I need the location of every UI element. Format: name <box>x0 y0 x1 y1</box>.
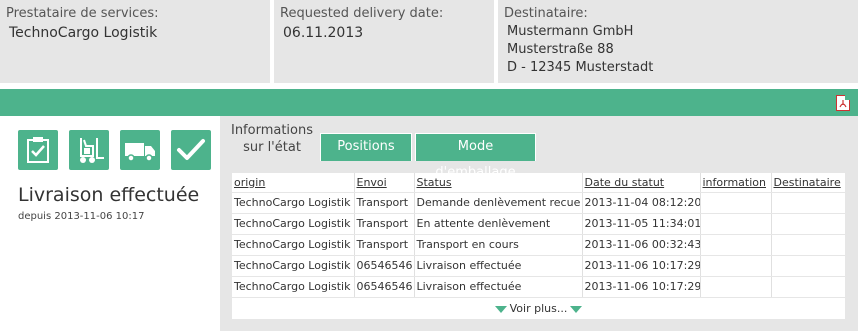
column-header-envoi[interactable]: Envoi <box>354 173 415 193</box>
status-since: depuis 2013-11-06 10:17 <box>18 211 145 222</box>
forklift-icon <box>69 130 109 170</box>
column-header-information[interactable]: information <box>700 173 772 193</box>
column-header-origin[interactable]: origin <box>232 173 355 193</box>
status-title: Livraison effectuée <box>18 184 200 206</box>
cell-origin: TechnoCargo Logistik <box>232 276 355 298</box>
clipboard-check-icon <box>18 130 58 170</box>
cell-envoi: 06546546 <box>354 255 415 277</box>
cell-recipient <box>771 276 845 298</box>
delivery-date-panel: Requested delivery date: 06.11.2013 <box>274 0 494 83</box>
chevron-down-icon <box>494 305 507 313</box>
cell-envoi: 06546546 <box>354 276 415 298</box>
tab-status-information-line-2: sur l'état <box>243 140 301 155</box>
cell-information <box>700 276 772 298</box>
table-row: TechnoCargo Logistik Transport En attent… <box>232 213 845 235</box>
see-more-label: Voir plus... <box>509 302 568 315</box>
cell-status: Transport en cours <box>414 234 583 256</box>
cell-origin: TechnoCargo Logistik <box>232 234 355 256</box>
cell-date: 2013-11-05 11:34:01 <box>582 213 701 235</box>
delivery-date-label: Requested delivery date: <box>280 6 444 21</box>
tab-status-information-line-1: Informations <box>230 123 314 138</box>
recipient-line-2: Musterstraße 88 <box>507 42 614 57</box>
recipient-label: Destinataire: <box>504 6 588 21</box>
service-provider-value: TechnoCargo Logistik <box>9 25 158 41</box>
cell-origin: TechnoCargo Logistik <box>232 192 355 214</box>
cell-status: Livraison effectuée <box>414 276 583 298</box>
cell-envoi: Transport <box>354 192 415 214</box>
cell-status: Livraison effectuée <box>414 255 583 277</box>
table-header-row: origin Envoi Status Date du statut infor… <box>232 173 845 193</box>
cell-status: Demande denlèvement recue <box>414 192 583 214</box>
column-header-status[interactable]: Status <box>414 173 583 193</box>
tab-status-information[interactable]: Informations sur l'état <box>226 116 318 161</box>
table-row: TechnoCargo Logistik Transport Demande d… <box>232 192 845 214</box>
recipient-panel: Destinataire: Mustermann GmbH Musterstra… <box>498 0 858 83</box>
table-row: TechnoCargo Logistik 06546546 Livraison … <box>232 276 845 298</box>
chevron-down-icon <box>570 305 583 313</box>
truck-icon <box>120 130 160 170</box>
cell-date: 2013-11-06 10:17:29 <box>582 255 701 277</box>
cell-recipient <box>771 192 845 214</box>
delivery-date-value: 06.11.2013 <box>283 25 364 41</box>
see-more-link[interactable]: Voir plus... <box>232 299 845 318</box>
recipient-line-3: D - 12345 Musterstadt <box>507 60 654 75</box>
recipient-line-1: Mustermann GmbH <box>507 24 634 39</box>
cell-recipient <box>771 255 845 277</box>
cell-status: En attente denlèvement <box>414 213 583 235</box>
cell-recipient <box>771 213 845 235</box>
service-provider-panel: Prestataire de services: TechnoCargo Log… <box>0 0 270 83</box>
checkmark-icon <box>171 130 211 170</box>
cell-recipient <box>771 234 845 256</box>
service-provider-label: Prestataire de services: <box>6 6 159 21</box>
status-table: origin Envoi Status Date du statut infor… <box>232 173 845 319</box>
cell-information <box>700 255 772 277</box>
cell-information <box>700 192 772 214</box>
pdf-icon[interactable] <box>836 95 850 111</box>
cell-envoi: Transport <box>354 234 415 256</box>
column-header-recipient[interactable]: Destinataire <box>771 173 845 193</box>
cell-information <box>700 234 772 256</box>
tab-packaging[interactable]: Mode d'emballage <box>415 133 536 180</box>
cell-envoi: Transport <box>354 213 415 235</box>
cell-information <box>700 213 772 235</box>
cell-origin: TechnoCargo Logistik <box>232 255 355 277</box>
cell-date: 2013-11-04 08:12:20 <box>582 192 701 214</box>
column-header-date[interactable]: Date du statut <box>582 173 701 193</box>
table-row: TechnoCargo Logistik Transport Transport… <box>232 234 845 256</box>
table-row: TechnoCargo Logistik 06546546 Livraison … <box>232 255 845 277</box>
cell-date: 2013-11-06 10:17:29 <box>582 276 701 298</box>
header-band <box>0 89 858 116</box>
cell-date: 2013-11-06 00:32:43 <box>582 234 701 256</box>
tab-positions[interactable]: Positions <box>320 133 412 161</box>
cell-origin: TechnoCargo Logistik <box>232 213 355 235</box>
